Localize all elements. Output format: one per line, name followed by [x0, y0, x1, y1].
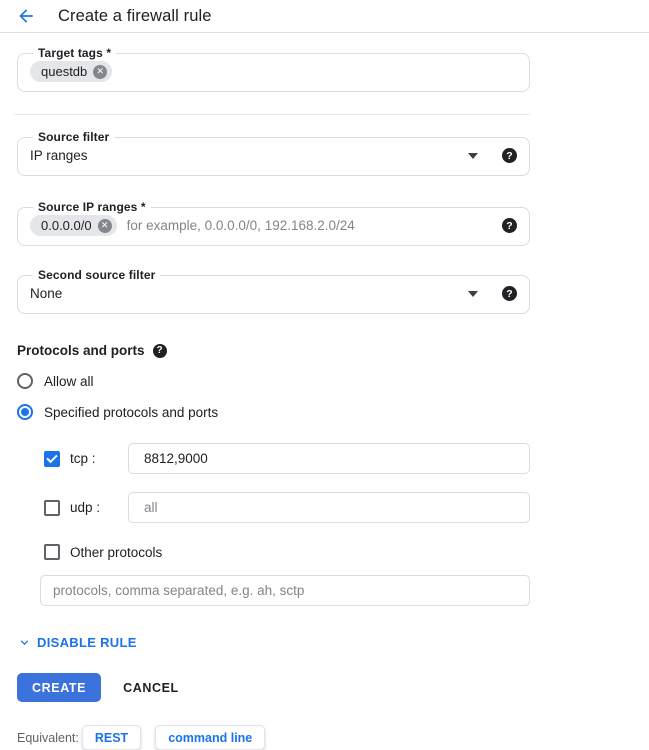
- radio-icon: [17, 404, 33, 420]
- udp-label: udp :: [70, 500, 128, 515]
- tcp-label: tcp :: [70, 451, 128, 466]
- udp-row: udp :: [44, 492, 530, 523]
- radio-icon: [17, 373, 33, 389]
- udp-ports-input[interactable]: [128, 492, 530, 523]
- back-button[interactable]: [15, 5, 37, 27]
- help-icon[interactable]: ?: [502, 286, 517, 301]
- chevron-down-icon: [17, 635, 32, 650]
- equivalent-label: Equivalent:: [17, 731, 79, 745]
- help-icon[interactable]: ?: [153, 344, 167, 358]
- target-tag-chip: questdb ✕: [30, 61, 112, 82]
- source-ip-placeholder[interactable]: for example, 0.0.0.0/0, 192.168.2.0/24: [127, 218, 502, 233]
- other-protocols-input-wrap: [40, 575, 649, 606]
- source-filter-value: IP ranges: [30, 148, 468, 163]
- source-ip-ranges-field[interactable]: Source IP ranges * 0.0.0.0/0 ✕ for examp…: [17, 200, 530, 246]
- disable-rule-label: DISABLE RULE: [37, 635, 137, 650]
- checkbox-checked-icon: [44, 451, 60, 467]
- second-source-filter-value: None: [30, 286, 468, 301]
- chip-label: 0.0.0.0/0: [41, 218, 92, 233]
- source-ip-ranges-label: Source IP ranges *: [33, 200, 151, 214]
- checkbox-unchecked-icon: [44, 544, 60, 560]
- second-source-filter-label: Second source filter: [33, 268, 160, 282]
- create-button[interactable]: CREATE: [17, 673, 101, 702]
- udp-checkbox[interactable]: udp :: [44, 500, 128, 516]
- checkbox-unchecked-icon: [44, 500, 60, 516]
- target-tags-label: Target tags *: [33, 46, 116, 60]
- help-icon[interactable]: ?: [502, 148, 517, 163]
- header: Create a firewall rule: [0, 0, 649, 33]
- other-protocols-input[interactable]: [40, 575, 530, 606]
- other-protocols-row: Other protocols: [44, 544, 649, 560]
- command-line-button[interactable]: command line: [155, 725, 265, 750]
- rest-button[interactable]: REST: [82, 725, 141, 750]
- source-ip-chip: 0.0.0.0/0 ✕: [30, 215, 117, 236]
- protocols-and-ports-heading: Protocols and ports ?: [17, 343, 649, 358]
- cancel-button[interactable]: CANCEL: [115, 681, 187, 695]
- radio-specified-protocols[interactable]: Specified protocols and ports: [17, 404, 218, 420]
- chip-label: questdb: [41, 64, 87, 79]
- radio-label: Specified protocols and ports: [44, 405, 218, 420]
- firewall-rule-form: Target tags * questdb ✕ Source filter IP…: [0, 46, 649, 750]
- chip-remove-icon[interactable]: ✕: [93, 65, 107, 79]
- disable-rule-toggle[interactable]: DISABLE RULE: [17, 635, 137, 650]
- help-icon[interactable]: ?: [502, 218, 517, 233]
- source-filter-label: Source filter: [33, 130, 114, 144]
- other-protocols-label: Other protocols: [70, 545, 162, 560]
- target-tags-field[interactable]: Target tags * questdb ✕: [17, 46, 530, 92]
- radio-label: Allow all: [44, 374, 94, 389]
- source-filter-dropdown[interactable]: Source filter IP ranges ?: [17, 130, 530, 176]
- caret-down-icon[interactable]: [468, 153, 478, 159]
- caret-down-icon[interactable]: [468, 291, 478, 297]
- chip-remove-icon[interactable]: ✕: [98, 219, 112, 233]
- other-protocols-checkbox[interactable]: Other protocols: [44, 544, 649, 560]
- arrow-back-icon: [16, 6, 36, 26]
- tcp-ports-input[interactable]: [128, 443, 530, 474]
- equivalent-row: Equivalent: REST command line: [17, 725, 649, 750]
- second-source-filter-dropdown[interactable]: Second source filter None ?: [17, 268, 530, 314]
- page-title: Create a firewall rule: [58, 7, 212, 26]
- action-buttons: CREATE CANCEL: [17, 673, 649, 702]
- tcp-row: tcp :: [44, 443, 530, 474]
- section-divider: [14, 114, 530, 115]
- tcp-checkbox[interactable]: tcp :: [44, 451, 128, 467]
- radio-allow-all[interactable]: Allow all: [17, 373, 94, 389]
- protocols-heading-label: Protocols and ports: [17, 343, 145, 358]
